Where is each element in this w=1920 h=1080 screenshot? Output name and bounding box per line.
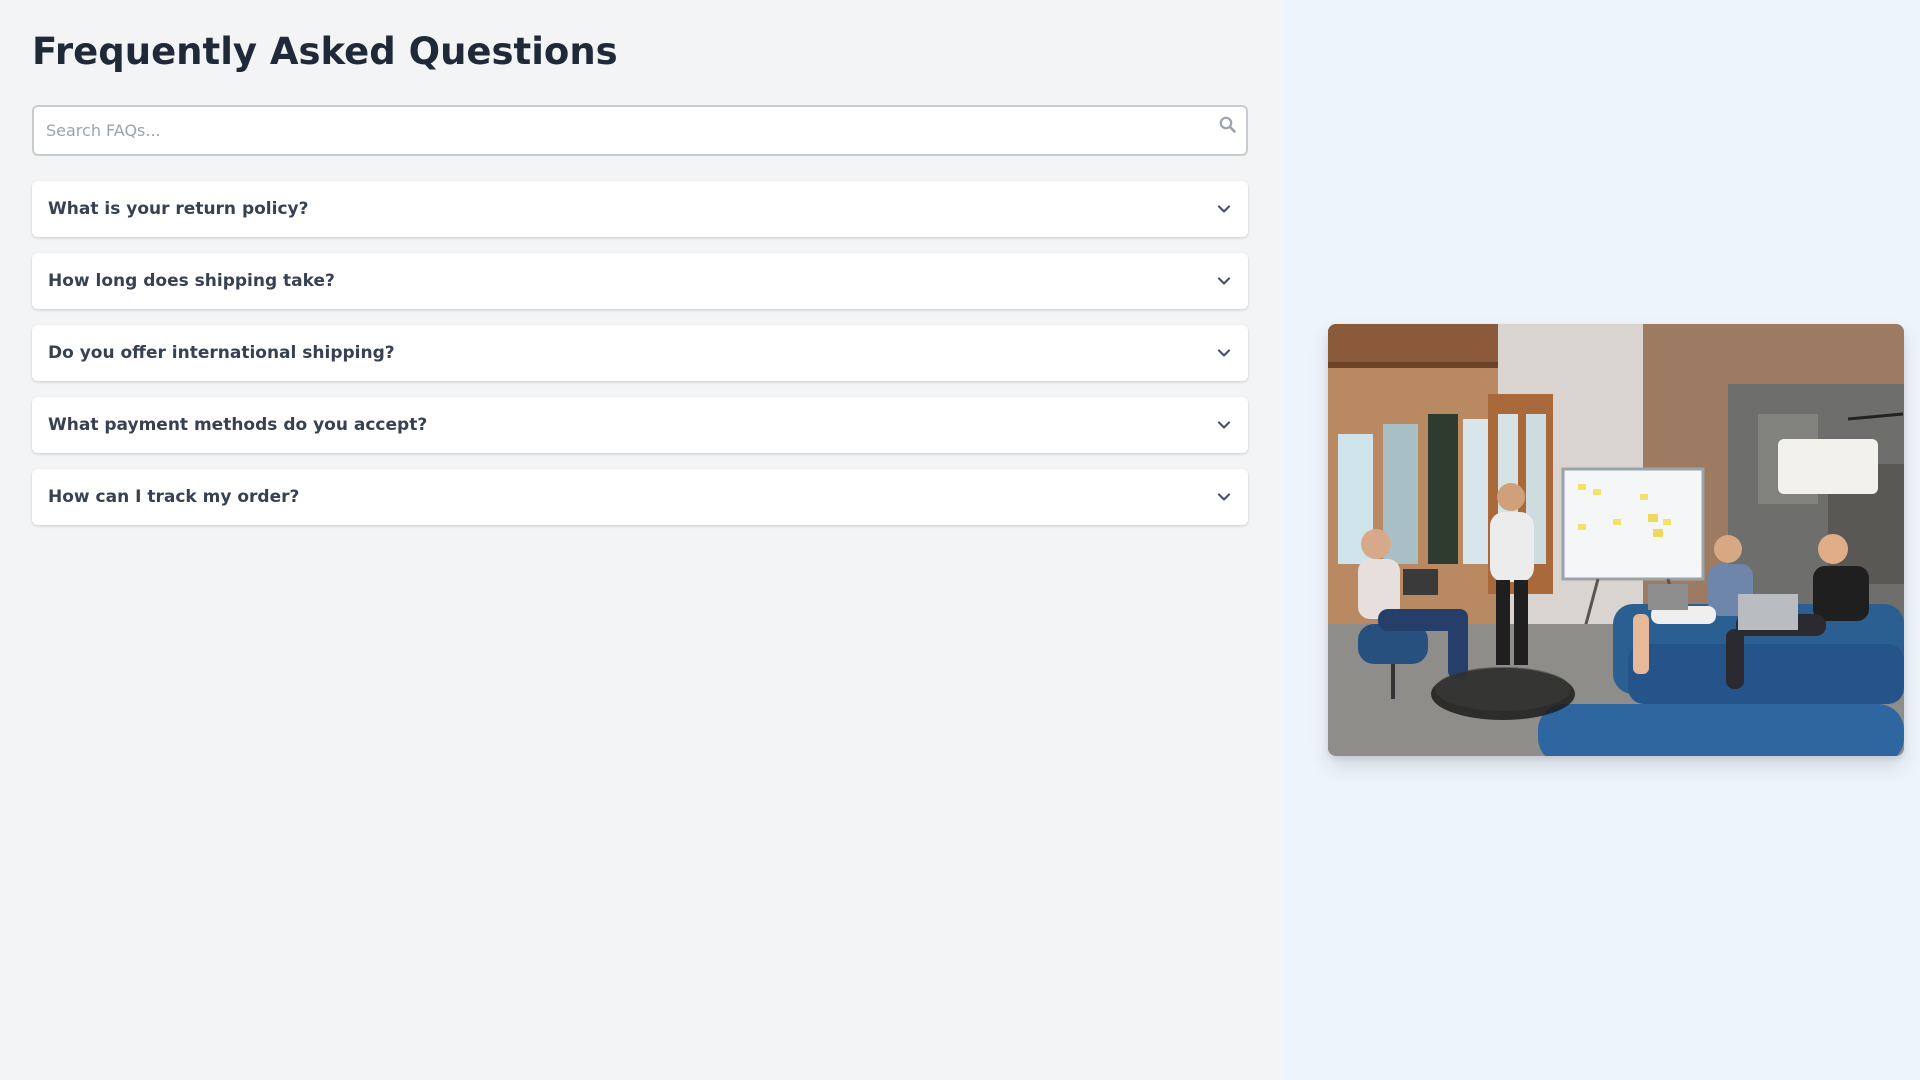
chevron-down-icon[interactable]: [1216, 417, 1232, 433]
chevron-down-icon[interactable]: [1216, 201, 1232, 217]
search-icon[interactable]: [1218, 115, 1238, 135]
side-image-panel: [1284, 0, 1920, 1080]
faq-question: What is your return policy?: [48, 199, 309, 219]
faq-question: Do you offer international shipping?: [48, 343, 395, 363]
faq-item-international-shipping[interactable]: Do you offer international shipping?: [32, 325, 1248, 381]
office-scene-illustration: [1328, 324, 1904, 756]
faq-item-track-order[interactable]: How can I track my order?: [32, 469, 1248, 525]
page-layout: Frequently Asked Questions What is your …: [0, 0, 1920, 1080]
page-title: Frequently Asked Questions: [32, 30, 618, 73]
chevron-down-icon[interactable]: [1216, 489, 1232, 505]
search-input[interactable]: [32, 105, 1248, 156]
faq-list: What is your return policy? How long doe…: [32, 181, 1248, 525]
faq-item-return-policy[interactable]: What is your return policy?: [32, 181, 1248, 237]
faq-item-shipping-time[interactable]: How long does shipping take?: [32, 253, 1248, 309]
team-meeting-photo: [1328, 324, 1904, 756]
faq-question: What payment methods do you accept?: [48, 415, 428, 435]
faq-main-panel: Frequently Asked Questions What is your …: [0, 0, 1284, 1080]
chevron-down-icon[interactable]: [1216, 345, 1232, 361]
faq-question: How long does shipping take?: [48, 271, 335, 291]
faq-question: How can I track my order?: [48, 487, 300, 507]
chevron-down-icon[interactable]: [1216, 273, 1232, 289]
search-bar: [32, 105, 1248, 156]
faq-item-payment-methods[interactable]: What payment methods do you accept?: [32, 397, 1248, 453]
